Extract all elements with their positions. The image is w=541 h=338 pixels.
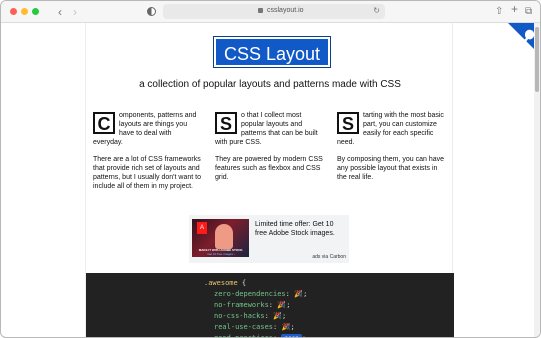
forward-button[interactable]: › (73, 5, 77, 19)
code-property: zero-dependencies (214, 290, 286, 298)
ad-image[interactable]: A MAKE IT WITH ADOBE STOCK. Get 10 free … (192, 219, 249, 257)
feature-description: There are a lot of CSS frameworks that p… (93, 156, 201, 190)
feature-description: They are powered by modern CSS features … (215, 156, 323, 181)
feature-dropcap: S (215, 112, 237, 134)
ad-copy[interactable]: Limited time offer: Get 10 free Adobe St… (255, 220, 347, 238)
party-popper-icon: 🎉 (273, 312, 282, 320)
close-window-button[interactable] (10, 8, 17, 15)
page-scroll-thumb[interactable] (535, 27, 539, 92)
feature-description: By composing them, you can have any poss… (337, 156, 445, 181)
code-line: no-frameworks: 🎉; (214, 301, 291, 309)
code-selector: .awesome (204, 279, 238, 287)
reload-icon[interactable]: ↻ (373, 5, 380, 17)
feature-card-collection: S o that I collect most popular layouts … (215, 111, 325, 182)
feature-dropcap: C (93, 112, 115, 134)
feature-dropcap: S (337, 112, 359, 134)
soon-badge: soon (281, 334, 302, 337)
back-button[interactable]: ‹ (58, 5, 62, 19)
lock-icon (258, 8, 263, 13)
browser-toolbar: ‹ › csslayout.io ↻ ⇧ + ⧉ (1, 1, 540, 23)
code-line: good-practices: soon; (214, 333, 306, 338)
adobe-logo-icon: A (197, 222, 207, 234)
address-bar[interactable]: csslayout.io ↻ (163, 4, 385, 19)
share-icon[interactable]: ⇧ (495, 5, 503, 18)
ad-image-link[interactable]: Get 10 free images › (194, 252, 248, 256)
feature-card-customize: S tarting with the most basic part, you … (337, 111, 447, 182)
code-selector-line: .awesome { (204, 278, 246, 289)
party-popper-icon: 🎉 (277, 301, 287, 309)
code-line: real-use-cases: 🎉; (214, 323, 295, 331)
code-open-brace: { (237, 279, 247, 287)
ad-attribution[interactable]: ads via Carbon (312, 254, 346, 260)
party-popper-icon: 🎉 (294, 290, 303, 298)
code-property: no-frameworks (214, 301, 269, 309)
code-sample: .awesome { zero-dependencies: 🎉; no-fram… (86, 273, 454, 338)
code-property: no-css-hacks (214, 312, 265, 320)
csslayout-page: CSS Layout a collection of popular layou… (85, 23, 454, 338)
tab-overview-icon[interactable]: ⧉ (525, 5, 532, 18)
url-text[interactable]: csslayout.io (267, 6, 304, 16)
zoom-window-button[interactable] (32, 8, 39, 15)
site-tagline: a collection of popular layouts and patt… (139, 79, 401, 90)
code-line: zero-dependencies: 🎉; (214, 290, 308, 298)
browser-window: ‹ › csslayout.io ↻ ⇧ + ⧉ CSS Layout a co… (0, 0, 541, 338)
code-property: real-use-cases (214, 323, 274, 331)
privacy-shield-icon[interactable] (147, 7, 156, 16)
code-line: no-css-hacks: 🎉; (214, 312, 287, 320)
minimize-window-button[interactable] (21, 8, 28, 15)
feature-card-components: C omponents, patterns and layouts are th… (93, 111, 203, 191)
portrait-image (215, 224, 233, 249)
code-property: good-practices (214, 334, 274, 338)
new-tab-icon[interactable]: + (511, 3, 518, 16)
site-logo[interactable]: CSS Layout (214, 37, 330, 67)
carbon-ad[interactable]: A MAKE IT WITH ADOBE STOCK. Get 10 free … (189, 215, 349, 263)
